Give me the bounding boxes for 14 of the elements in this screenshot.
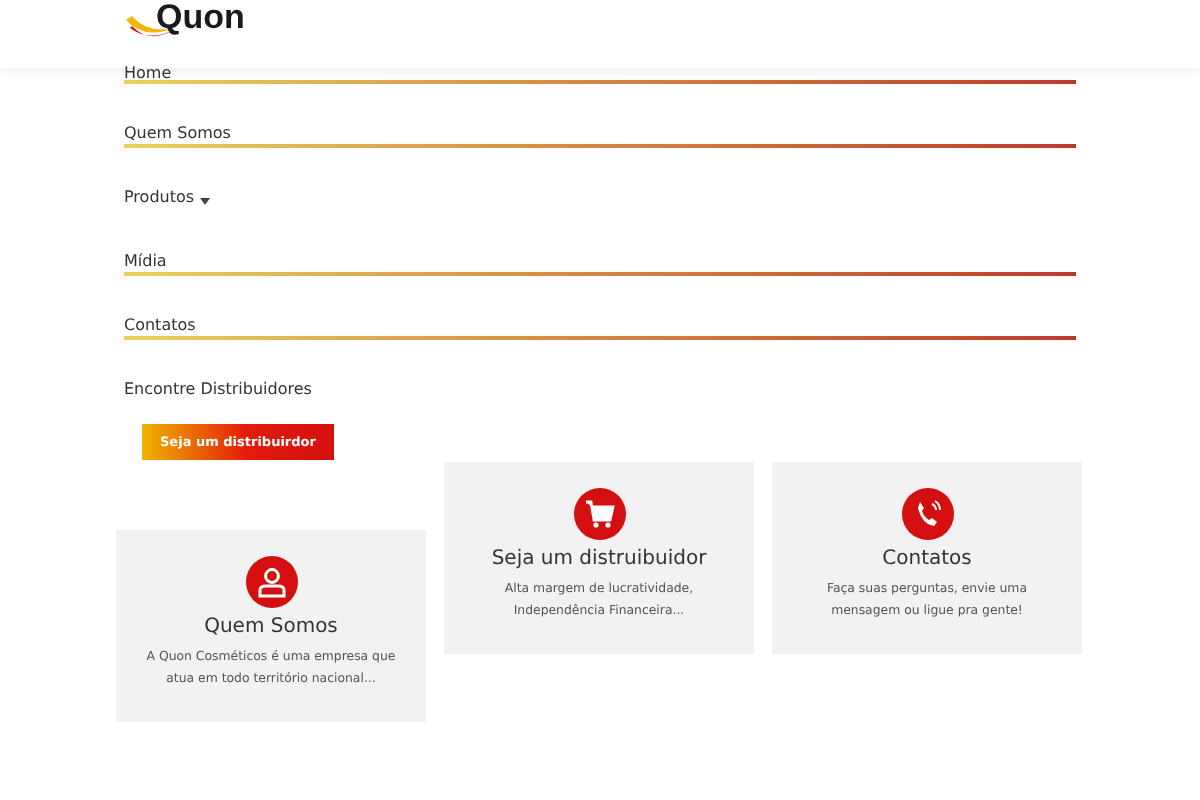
card-title: Seja um distruibuidor — [491, 548, 707, 570]
menu-link[interactable]: Mídia — [124, 212, 1076, 276]
menu-link[interactable]: Produtos — [124, 148, 1076, 212]
menu-link[interactable]: Home — [124, 64, 1076, 84]
caret-icon — [200, 198, 211, 206]
person-icon — [245, 556, 297, 608]
menu-link[interactable]: Quem Somos — [124, 84, 1076, 148]
card-title: Quem Somos — [204, 616, 338, 638]
menu-link[interactable]: Contatos — [124, 276, 1076, 340]
logo-text[interactable]: Quon — [156, 0, 245, 38]
cart-icon — [573, 488, 625, 540]
phone-icon — [901, 488, 953, 540]
card-title: Contatos — [882, 548, 972, 570]
menu-link[interactable]: Encontre Distribuidores — [124, 340, 1076, 404]
